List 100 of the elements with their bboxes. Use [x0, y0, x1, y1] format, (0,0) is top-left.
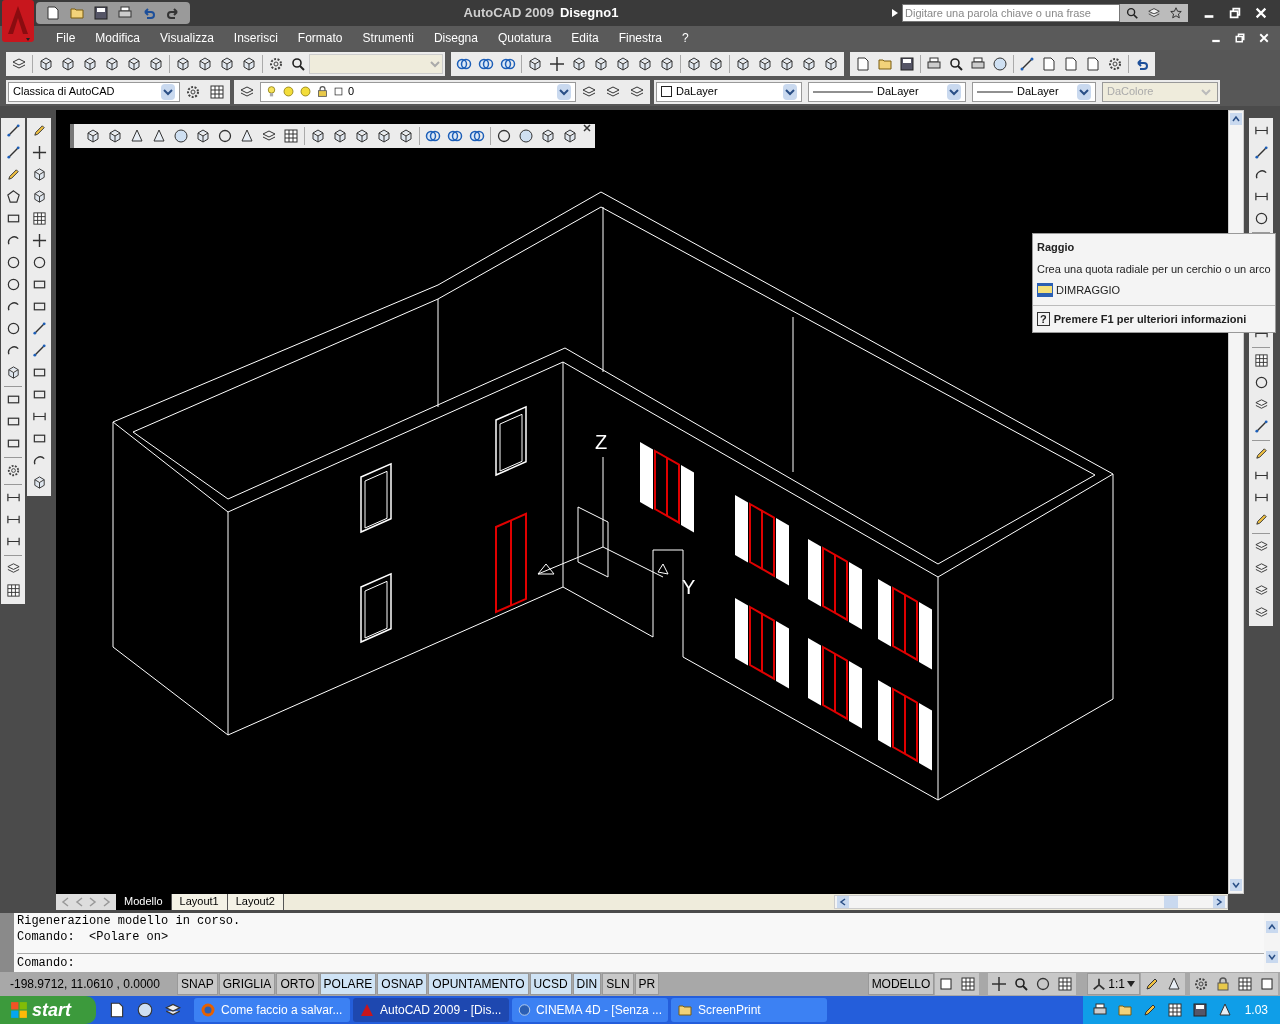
cube-icon[interactable]: [801, 55, 817, 72]
cube-icon[interactable]: [376, 127, 392, 144]
sphere-icon[interactable]: [173, 127, 189, 144]
annotation-scale-button[interactable]: 1:1: [1087, 973, 1140, 996]
status-toggle[interactable]: SLN: [602, 973, 634, 996]
gear-icon[interactable]: [1193, 976, 1209, 993]
cube-icon[interactable]: [241, 55, 257, 72]
cube-icon[interactable]: [85, 127, 101, 144]
taskbar-button[interactable]: AutoCAD 2009 - [Dis...: [353, 998, 509, 1022]
status-toggle[interactable]: GRIGLIA: [218, 973, 276, 996]
cube-icon[interactable]: [310, 127, 326, 144]
printer-icon[interactable]: [970, 55, 986, 72]
cube-icon[interactable]: [60, 55, 76, 72]
model-space-button[interactable]: MODELLO: [867, 973, 935, 996]
layer-dropdown[interactable]: 0: [260, 81, 576, 102]
status-toggle[interactable]: POLARE: [319, 973, 377, 996]
dropdown-arrow-icon[interactable]: [783, 83, 797, 100]
cube-icon[interactable]: [107, 127, 123, 144]
menu-item[interactable]: ?: [672, 28, 699, 47]
circle-icon[interactable]: [217, 127, 233, 144]
lock-icon[interactable]: [1215, 976, 1231, 993]
square-icon[interactable]: [938, 976, 955, 993]
cube-icon[interactable]: [332, 127, 348, 144]
cube-icon[interactable]: [708, 55, 724, 72]
cube-icon[interactable]: [571, 55, 587, 72]
search-icon[interactable]: [290, 55, 306, 72]
scroll-down-icon[interactable]: [1230, 878, 1242, 891]
scroll-left-icon[interactable]: [836, 895, 849, 908]
scroll-up-icon[interactable]: [1230, 112, 1242, 125]
pentagon-icon[interactable]: [5, 189, 21, 204]
dropdown-arrow-icon[interactable]: [947, 83, 961, 100]
status-toggle[interactable]: OSNAP: [377, 973, 428, 996]
dropdown-arrow-icon[interactable]: [161, 83, 175, 100]
cube-icon[interactable]: [82, 55, 98, 72]
cube-icon[interactable]: [398, 127, 414, 144]
cube-icon[interactable]: [637, 55, 653, 72]
grid-icon[interactable]: [5, 583, 21, 598]
close-icon[interactable]: [1258, 31, 1270, 44]
status-toggle[interactable]: ORTO: [276, 973, 319, 996]
cube-icon[interactable]: [757, 55, 773, 72]
cone-icon[interactable]: [1216, 1002, 1233, 1018]
taskbar-button[interactable]: Come faccio a salvar...: [194, 998, 350, 1022]
sun-icon[interactable]: [299, 85, 312, 99]
cube-icon[interactable]: [735, 55, 751, 72]
printer-icon[interactable]: [117, 5, 133, 21]
cube-icon[interactable]: [175, 55, 191, 72]
cube-icon[interactable]: [31, 167, 47, 182]
expand-arrow-icon[interactable]: [892, 9, 898, 17]
dropdown-arrow-icon[interactable]: [557, 83, 571, 100]
page-icon[interactable]: [45, 5, 61, 21]
circle-icon[interactable]: [496, 127, 512, 144]
printer-icon[interactable]: [926, 55, 942, 72]
restore-icon[interactable]: [1234, 31, 1246, 44]
circle-icon[interactable]: [5, 255, 21, 270]
taskbar-button[interactable]: CINEMA 4D - [Senza ...: [512, 998, 668, 1022]
circle-icon[interactable]: [5, 321, 21, 336]
cube-icon[interactable]: [104, 55, 120, 72]
star-icon[interactable]: [1169, 6, 1183, 20]
horizontal-scrollbar[interactable]: [833, 894, 1228, 909]
line-icon[interactable]: [31, 321, 47, 336]
cone-icon[interactable]: [1166, 976, 1182, 993]
cone-icon[interactable]: [151, 127, 167, 144]
line-icon[interactable]: [5, 123, 21, 138]
status-toggle[interactable]: SNAP: [177, 973, 218, 996]
cube-icon[interactable]: [659, 55, 675, 72]
cube-icon[interactable]: [354, 127, 370, 144]
line-icon[interactable]: [1019, 55, 1035, 72]
cube-icon[interactable]: [5, 365, 21, 380]
gear-icon[interactable]: [268, 55, 284, 72]
layers-icon[interactable]: [1147, 6, 1161, 20]
page-icon[interactable]: [108, 1001, 126, 1019]
cube-icon[interactable]: [195, 127, 211, 144]
cross-icon[interactable]: [31, 145, 47, 160]
grid-icon[interactable]: [283, 127, 299, 144]
color-dropdown[interactable]: DaLayer: [656, 81, 802, 102]
menu-item[interactable]: Visualizza: [150, 28, 224, 47]
menu-item[interactable]: Strumenti: [352, 28, 424, 47]
search-field[interactable]: Digitare una parola chiave o una frase: [902, 4, 1120, 22]
circle-icon[interactable]: [1253, 211, 1269, 226]
menu-item[interactable]: Inserisci: [223, 28, 288, 47]
scroll-down-icon[interactable]: [1266, 951, 1278, 964]
pencil-icon[interactable]: [1253, 446, 1269, 461]
grid-icon[interactable]: [960, 976, 977, 993]
square-icon[interactable]: [333, 86, 344, 98]
command-line-grip[interactable]: [0, 912, 14, 973]
layers-icon[interactable]: [1253, 583, 1269, 598]
status-toggle[interactable]: DIN: [572, 973, 602, 996]
undo-icon[interactable]: [141, 5, 157, 21]
layers-icon[interactable]: [1253, 605, 1269, 620]
gear-icon[interactable]: [185, 83, 201, 100]
cube-icon[interactable]: [593, 55, 609, 72]
circle-icon[interactable]: [1035, 976, 1052, 993]
pencil-icon[interactable]: [5, 167, 21, 182]
line-icon[interactable]: [31, 343, 47, 358]
line-icon[interactable]: [1253, 419, 1269, 434]
start-button[interactable]: start: [0, 996, 96, 1024]
folder-icon[interactable]: [1116, 1002, 1133, 1018]
cube-icon[interactable]: [823, 55, 839, 72]
grid-icon[interactable]: [1057, 976, 1074, 993]
cube-icon[interactable]: [148, 55, 164, 72]
